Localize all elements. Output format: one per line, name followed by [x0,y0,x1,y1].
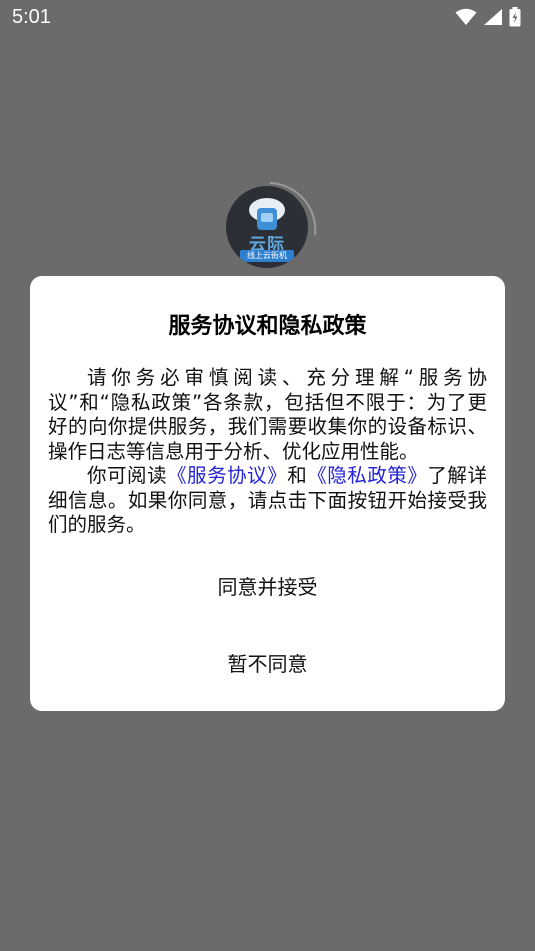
service-agreement-link[interactable]: 《服务协议》 [167,464,287,487]
wifi-icon [455,8,477,26]
disagree-button[interactable]: 暂不同意 [30,647,505,677]
battery-charging-icon [509,7,521,27]
dialog-body: 请你务必审慎阅读、充分理解“服务协议”和“隐私政策”各条款，包括但不限于：为了更… [48,366,487,538]
signal-icon [483,8,503,26]
dialog-title: 服务协议和隐私政策 [168,314,367,339]
paragraph-2-prefix: 你可阅读 [87,464,168,487]
agreement-paragraph-1: 请你务必审慎阅读、充分理解“服务协议”和“隐私政策”各条款，包括但不限于：为了更… [48,366,487,463]
agree-button[interactable]: 同意并接受 [30,570,505,600]
status-bar: 5:01 [0,0,535,36]
privacy-dialog: 服务协议和隐私政策 请你务必审慎阅读、充分理解“服务协议”和“隐私政策”各条款，… [30,276,505,711]
status-icons [455,6,521,28]
privacy-policy-link[interactable]: 《隐私政策》 [307,464,427,487]
paragraph-2-and: 和 [287,464,308,487]
status-time: 5:01 [12,6,51,28]
logo-badge: 云际 线上云街机 [226,186,308,268]
app-logo: 云际 线上云街机 [220,180,320,280]
logo-subtitle: 线上云街机 [240,250,294,262]
screen: 5:01 云际 线上云街机 服务协议和隐私政策 请你务必审慎阅读、充分理解“服务… [0,0,535,951]
agreement-paragraph-2: 你可阅读《服务协议》和《隐私政策》了解详细信息。如果你同意，请点击下面按钮开始接… [48,464,487,538]
